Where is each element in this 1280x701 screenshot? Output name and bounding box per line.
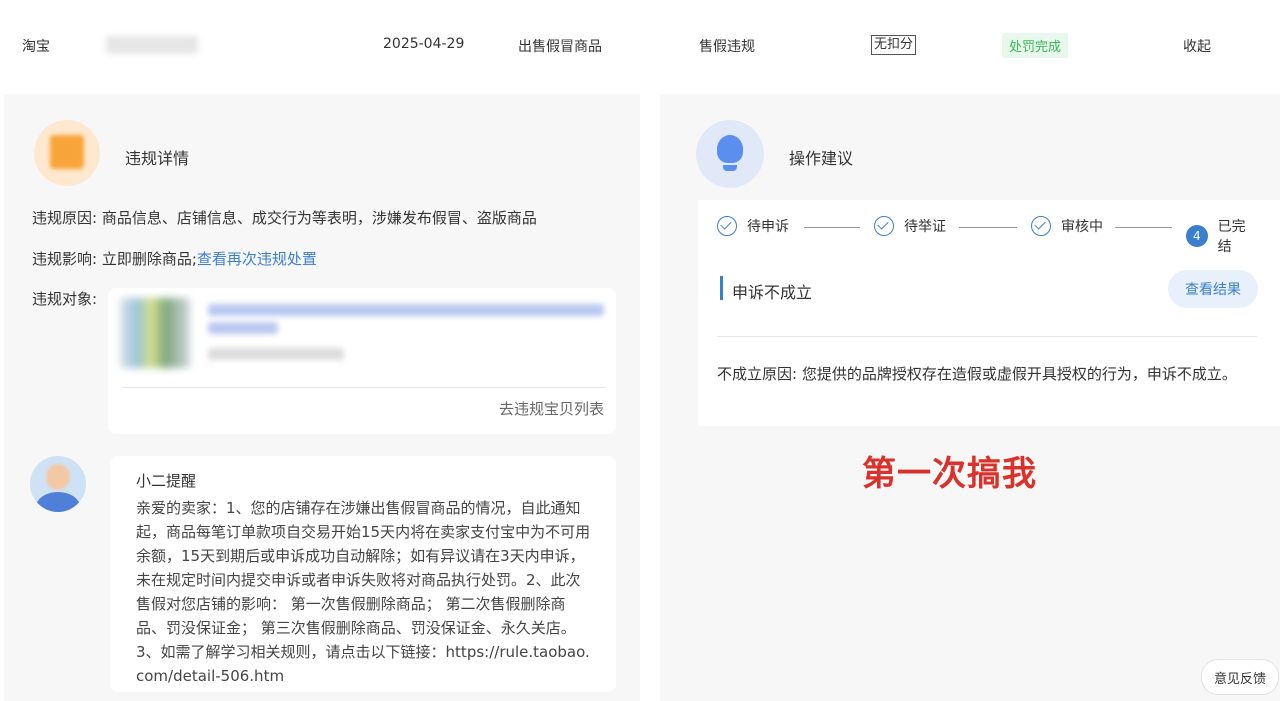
assistant-avatar	[30, 456, 86, 512]
step-number: 4	[1186, 225, 1208, 247]
violation-impact: 违规影响: 立即删除商品;查看再次违规处置	[32, 248, 317, 269]
check-icon	[717, 216, 737, 236]
step-4: 4 已完结	[1186, 216, 1259, 256]
check-icon	[874, 216, 894, 236]
rejection-reason-value: 您提供的品牌授权存在造假或虚假开具授权的行为，申诉不成立。	[801, 365, 1237, 383]
lightbulb-icon	[696, 120, 764, 188]
warning-icon	[34, 120, 100, 186]
violation-items-link[interactable]: 去违规宝贝列表	[499, 398, 604, 419]
reason-value: 商品信息、店铺信息、成交行为等表明，涉嫌发布假冒、盗版商品	[101, 209, 537, 227]
feedback-button[interactable]: 意见反馈	[1201, 659, 1279, 695]
object-label: 违规对象:	[32, 290, 98, 308]
rejection-reason: 不成立原因: 您提供的品牌授权存在造假或虚假开具授权的行为，申诉不成立。	[717, 362, 1247, 386]
platform-label: 淘宝	[22, 39, 50, 55]
repeat-violation-link[interactable]: 查看再次违规处置	[197, 250, 317, 268]
reason-label: 违规原因:	[32, 209, 98, 227]
violation-type: 出售假冒商品	[518, 39, 602, 55]
score-tag: 无扣分	[871, 35, 917, 55]
check-icon	[1031, 216, 1051, 236]
product-title-redacted	[208, 304, 604, 316]
violation-title: 违规详情	[125, 149, 190, 168]
step-3: 审核中	[1031, 216, 1103, 236]
reminder-text: 亲爱的卖家：1、您的店铺存在涉嫌出售假冒商品的情况，自此通知起，商品每笔订单款项…	[136, 499, 591, 685]
rejection-reason-label: 不成立原因:	[717, 365, 798, 383]
step-1: 待申诉	[717, 216, 789, 236]
impact-value: 立即删除商品;	[101, 250, 197, 268]
violation-detail-panel: 违规详情 违规原因: 商品信息、店铺信息、成交行为等表明，涉嫌发布假冒、盗版商品…	[4, 94, 640, 701]
product-meta-redacted	[208, 348, 344, 360]
violation-object-card: 去违规宝贝列表	[108, 288, 616, 434]
product-thumbnail	[120, 298, 190, 368]
record-row: 淘宝 2025-04-29 出售假冒商品 售假违规 无扣分 处罚完成 收起	[0, 0, 1280, 92]
violation-category: 售假违规	[699, 39, 755, 55]
step-2: 待举证	[874, 216, 946, 236]
status-badge: 处罚完成	[1002, 33, 1069, 58]
appeal-progress: 待申诉 待举证 审核中 4 已完结	[717, 216, 1259, 255]
advice-panel: 操作建议 待申诉 待举证 审核中 4 已完结 申诉不成立 查看结果 不成立原因: …	[660, 94, 1280, 701]
appeal-result: 申诉不成立	[732, 283, 813, 302]
advice-title: 操作建议	[789, 149, 854, 168]
annotation-text: 第一次搞我	[862, 454, 1037, 494]
reminder-card: 小二提醒 亲爱的卖家：1、您的店铺存在涉嫌出售假冒商品的情况，自此通知起，商品每…	[110, 456, 616, 692]
result-marker	[720, 276, 723, 300]
impact-label: 违规影响:	[32, 250, 98, 268]
store-name-redacted	[106, 36, 198, 54]
violation-reason: 违规原因: 商品信息、店铺信息、成交行为等表明，涉嫌发布假冒、盗版商品	[32, 207, 537, 228]
collapse-link[interactable]: 收起	[1183, 36, 1211, 56]
view-result-button[interactable]: 查看结果	[1168, 270, 1258, 308]
record-date: 2025-04-29	[383, 36, 465, 52]
reminder-title: 小二提醒	[136, 472, 197, 490]
